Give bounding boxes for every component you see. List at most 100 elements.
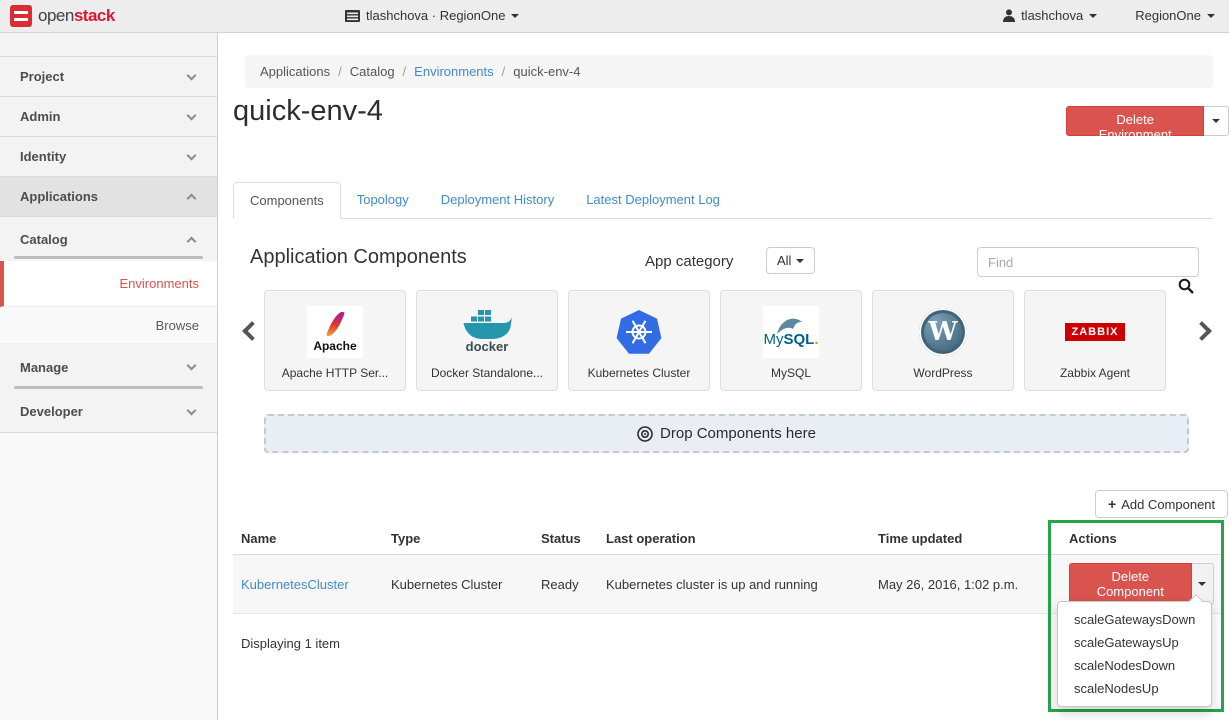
- card-label: Zabbix Agent: [1060, 366, 1130, 380]
- component-card-apache[interactable]: Apache Apache HTTP Ser...: [264, 290, 406, 391]
- component-card-mysql[interactable]: MySQL. MySQL: [720, 290, 862, 391]
- bullseye-icon: [637, 426, 653, 442]
- project-context-switcher[interactable]: tlashchova · RegionOne: [345, 8, 519, 23]
- tab-topology[interactable]: Topology: [341, 182, 425, 219]
- component-card-zabbix[interactable]: ZABBIX Zabbix Agent: [1024, 290, 1166, 391]
- sidebar-item-environments[interactable]: Environments: [0, 261, 217, 307]
- kubernetes-logo-icon: [615, 302, 663, 362]
- delete-environment-dropdown-toggle[interactable]: [1204, 106, 1229, 136]
- card-label: Apache HTTP Ser...: [282, 366, 389, 380]
- mysql-logo-my: My: [763, 331, 783, 348]
- col-header-name[interactable]: Name: [233, 523, 383, 555]
- caret-down-icon: [1198, 582, 1206, 586]
- carousel-next-icon[interactable]: [1192, 321, 1212, 341]
- menu-item-scalenodesdown[interactable]: scaleNodesDown: [1058, 654, 1211, 677]
- sidebar-group-catalog[interactable]: Catalog: [0, 217, 217, 261]
- tab-components[interactable]: Components: [233, 182, 341, 219]
- mysql-logo-icon: MySQL.: [763, 302, 819, 362]
- breadcrumb-item-catalog[interactable]: Catalog: [350, 64, 395, 79]
- apache-logo-icon: Apache: [307, 302, 363, 362]
- tab-deployment-history[interactable]: Deployment History: [425, 182, 570, 219]
- card-label: WordPress: [913, 366, 972, 380]
- sidebar-item-admin[interactable]: Admin: [0, 97, 217, 137]
- sidebar-item-label: Admin: [20, 109, 60, 124]
- zabbix-logo-text: ZABBIX: [1065, 323, 1126, 341]
- table-header-row: Name Type Status Last operation Time upd…: [233, 523, 1222, 555]
- col-header-last-operation[interactable]: Last operation: [598, 523, 870, 555]
- sidebar-top-strip: [0, 33, 217, 57]
- mysql-logo-sql: SQL: [783, 331, 814, 348]
- page-title: quick-env-4: [233, 95, 383, 128]
- app-category-select[interactable]: All: [766, 247, 815, 274]
- app-category-label: App category: [645, 253, 733, 270]
- sidebar-item-label: Environments: [120, 276, 199, 291]
- logo-text-open: open: [38, 6, 74, 25]
- search-icon[interactable]: [1178, 278, 1194, 294]
- docker-logo-text: docker: [466, 339, 509, 354]
- col-header-status[interactable]: Status: [533, 523, 598, 555]
- col-header-type[interactable]: Type: [383, 523, 533, 555]
- find-input[interactable]: [977, 247, 1199, 277]
- menu-item-scalegatewaysup[interactable]: scaleGatewaysUp: [1058, 631, 1211, 654]
- user-menu[interactable]: tlashchova: [1003, 8, 1097, 23]
- plus-icon: +: [1108, 496, 1116, 512]
- dropzone-label: Drop Components here: [660, 425, 816, 442]
- top-navbar: openstack tlashchova · RegionOne tlashch…: [0, 0, 1229, 33]
- delete-environment-button[interactable]: Delete Environment: [1066, 106, 1204, 136]
- sidebar-item-browse[interactable]: Browse: [0, 307, 217, 343]
- delete-component-button[interactable]: Delete Component: [1069, 563, 1192, 605]
- menu-item-scalegatewaysdown[interactable]: scaleGatewaysDown: [1058, 608, 1211, 631]
- breadcrumb-separator: /: [403, 64, 407, 79]
- sidebar-item-applications[interactable]: Applications: [0, 177, 217, 217]
- component-name-link[interactable]: KubernetesCluster: [241, 577, 349, 592]
- add-component-button[interactable]: + Add Component: [1095, 490, 1228, 518]
- delete-environment-group: Delete Environment: [1066, 106, 1229, 136]
- card-label: MySQL: [771, 366, 811, 380]
- chevron-down-icon: [187, 405, 197, 415]
- breadcrumb-item-applications[interactable]: Applications: [260, 64, 330, 79]
- breadcrumb-item-environments[interactable]: Environments: [414, 64, 493, 79]
- main-content: Applications / Catalog / Environments / …: [219, 33, 1229, 720]
- component-last-operation: Kubernetes cluster is up and running: [598, 555, 870, 614]
- breadcrumb-item-current: quick-env-4: [513, 64, 580, 79]
- chevron-down-icon: [187, 70, 197, 80]
- menu-item-scalenodesup[interactable]: scaleNodesUp: [1058, 677, 1211, 700]
- carousel-prev-icon[interactable]: [242, 321, 262, 341]
- component-status: Ready: [533, 555, 598, 614]
- sidebar-item-project[interactable]: Project: [0, 57, 217, 97]
- region-menu[interactable]: RegionOne: [1135, 8, 1215, 23]
- sidebar-group-manage[interactable]: Manage: [0, 343, 217, 391]
- drop-components-zone[interactable]: Drop Components here: [264, 414, 1189, 453]
- caret-down-icon: [1089, 14, 1097, 18]
- openstack-logo[interactable]: openstack: [10, 5, 115, 27]
- card-label: Docker Standalone...: [431, 366, 543, 380]
- chevron-down-icon: [187, 110, 197, 120]
- chevron-down-icon: [187, 150, 197, 160]
- col-header-time-updated[interactable]: Time updated: [870, 523, 1061, 555]
- sidebar-group-label: Manage: [20, 360, 68, 375]
- wordpress-logo-icon: W: [919, 302, 967, 362]
- tab-latest-deployment-log[interactable]: Latest Deployment Log: [570, 182, 736, 219]
- component-type: Kubernetes Cluster: [383, 555, 533, 614]
- component-time-updated: May 26, 2016, 1:02 p.m.: [870, 555, 1061, 614]
- component-card-wordpress[interactable]: W WordPress: [872, 290, 1014, 391]
- add-component-label: Add Component: [1121, 497, 1215, 512]
- component-card-kubernetes[interactable]: Kubernetes Cluster: [568, 290, 710, 391]
- chevron-up-icon: [187, 236, 197, 246]
- sidebar-item-developer[interactable]: Developer: [0, 391, 217, 433]
- breadcrumb-separator: /: [338, 64, 342, 79]
- component-card-docker[interactable]: docker Docker Standalone...: [416, 290, 558, 391]
- sidebar-item-label: Identity: [20, 149, 66, 164]
- chevron-down-icon: [187, 361, 197, 371]
- group-divider: [14, 386, 203, 389]
- tab-bar: Components Topology Deployment History L…: [233, 182, 1213, 219]
- sidebar-item-label: Browse: [156, 318, 199, 333]
- list-icon: [345, 10, 360, 22]
- table-footer: Displaying 1 item: [241, 636, 340, 651]
- component-carousel: Apache Apache HTTP Ser... docker: [264, 290, 1174, 391]
- sidebar-item-identity[interactable]: Identity: [0, 137, 217, 177]
- sidebar: Project Admin Identity Applications Cata…: [0, 33, 218, 720]
- zabbix-logo-icon: ZABBIX: [1065, 302, 1126, 362]
- docker-logo-icon: docker: [461, 302, 513, 362]
- card-label: Kubernetes Cluster: [588, 366, 691, 380]
